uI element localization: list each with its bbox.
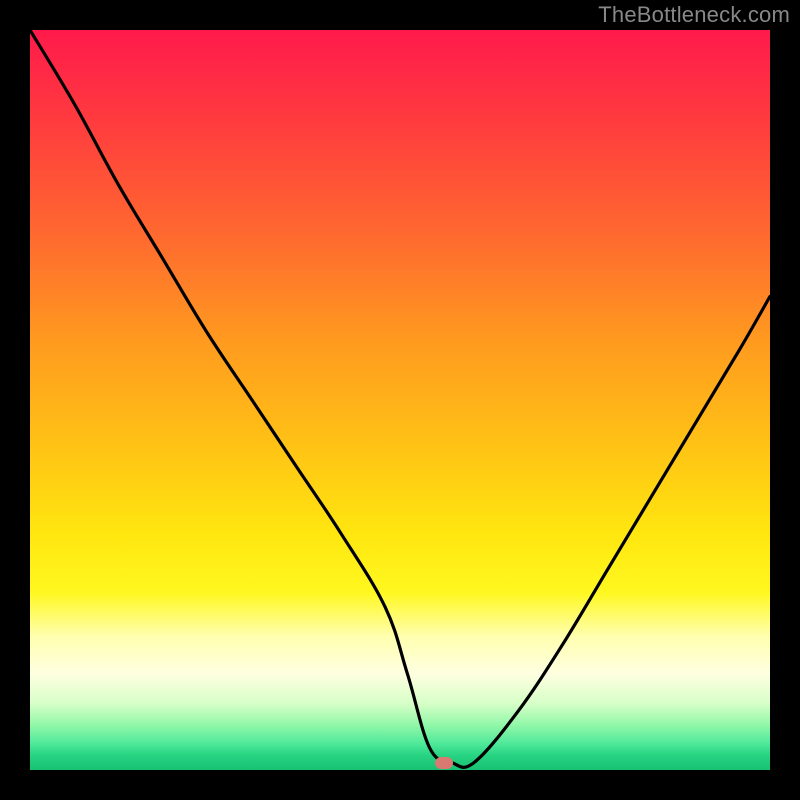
plot-area (30, 30, 770, 770)
bottleneck-curve (30, 30, 770, 767)
curve-svg (30, 30, 770, 770)
attribution-text: TheBottleneck.com (598, 2, 790, 28)
optimum-marker (435, 757, 453, 769)
chart-frame: TheBottleneck.com (0, 0, 800, 800)
